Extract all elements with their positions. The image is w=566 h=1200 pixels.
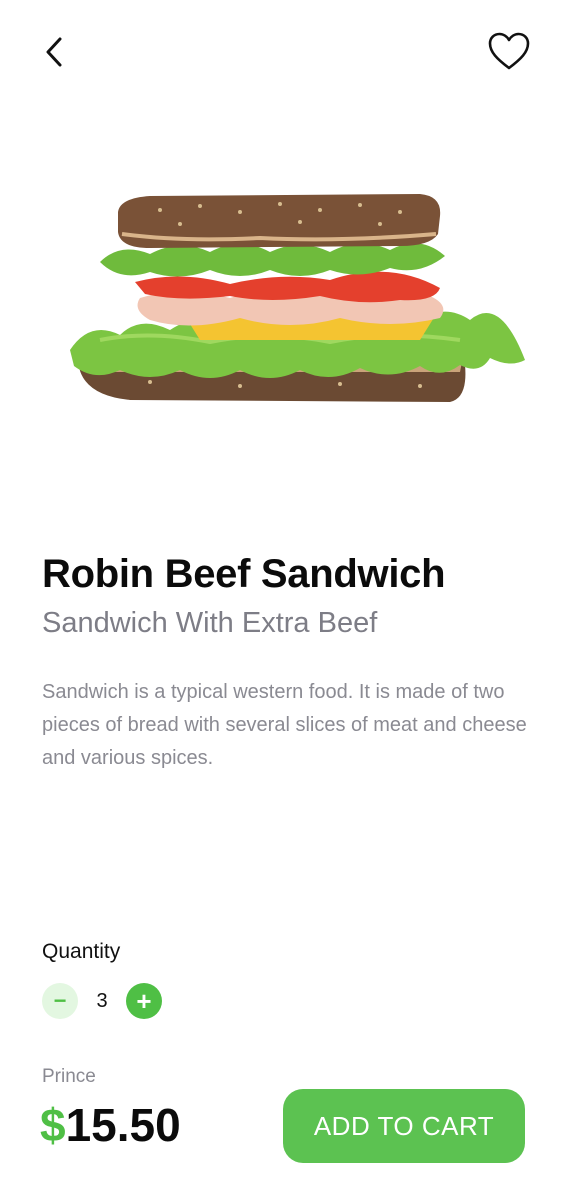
- price-amount: 15.50: [65, 1099, 181, 1151]
- quantity-label: Quantity: [42, 940, 121, 963]
- quantity-value: 3: [96, 989, 108, 1012]
- sandwich-photo: [70, 194, 525, 402]
- add-to-cart-button[interactable]: ADD TO CART: [283, 1089, 525, 1163]
- quantity-stepper: − 3 +: [42, 983, 162, 1019]
- price-value: $15.50: [40, 1098, 181, 1152]
- increase-quantity-button[interactable]: +: [126, 983, 162, 1019]
- favorite-button[interactable]: [482, 24, 536, 78]
- chevron-left-icon: [46, 37, 62, 67]
- product-description: Sandwich is a typical western food. It i…: [42, 681, 527, 769]
- product-image: [60, 190, 530, 420]
- product-subtitle: Sandwich With Extra Beef: [42, 607, 378, 639]
- top-bar: [0, 0, 566, 110]
- product-title: Robin Beef Sandwich: [42, 552, 446, 596]
- heart-outline-icon: [488, 32, 530, 70]
- price-label: Prince: [42, 1066, 96, 1087]
- decrease-quantity-button[interactable]: −: [42, 983, 78, 1019]
- price-currency: $: [40, 1099, 66, 1151]
- back-button[interactable]: [30, 28, 78, 76]
